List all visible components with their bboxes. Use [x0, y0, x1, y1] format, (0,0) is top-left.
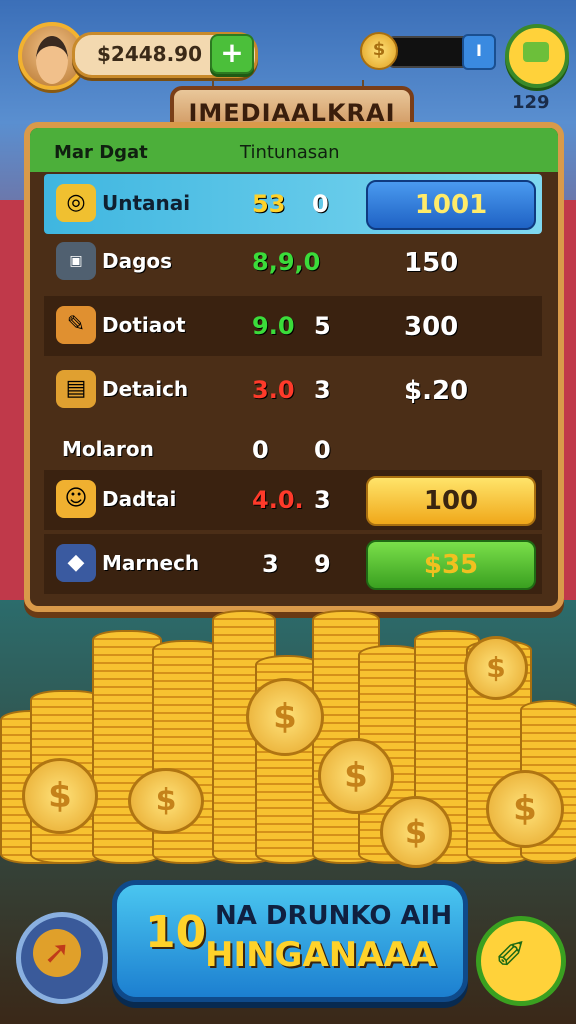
item-name: Dadtai [102, 487, 177, 511]
item-name: Untanai [102, 191, 191, 215]
item-value-1: 8,9,0 [252, 248, 321, 276]
dollar-coin-icon: $ [22, 758, 98, 834]
item-value-2: 0 [312, 190, 329, 218]
action-round-button[interactable]: ➚ [16, 912, 108, 1004]
list-item[interactable]: ▣ Dagos 8,9,0 150 [44, 232, 542, 292]
level-label: 129 [512, 92, 550, 113]
coin-stack-icon: ◎ [56, 184, 96, 222]
panel-header: Mar Dgat Tintunasan [30, 128, 558, 172]
gem-icon: ◆ [56, 544, 96, 582]
money-amount: $2448.90 [97, 42, 203, 66]
list-item[interactable]: ☺ Dadtai 4.0. 3 100 [44, 470, 542, 530]
tag-icon: ✎ [56, 306, 96, 344]
dollar-coin-icon: $ [246, 678, 324, 756]
dollar-coin-icon: $ [380, 796, 452, 868]
avatar-face [36, 36, 68, 84]
item-value-3: 150 [404, 248, 459, 278]
coin-pile: $ $ $ $ $ $ $ [0, 600, 576, 880]
main-action-line1: NA DRUNKO AIH [215, 901, 453, 931]
item-name: Detaich [102, 377, 189, 401]
main-action-line2: HINGANAAA [205, 935, 437, 975]
chat-icon [523, 42, 549, 62]
item-value-2: 9 [314, 550, 331, 578]
add-money-button[interactable]: + [210, 34, 254, 74]
item-value-1: 9.0 [252, 312, 295, 340]
progress-knob[interactable]: I [462, 34, 496, 70]
item-value-2: 3 [314, 376, 331, 404]
header-right-label: Tintunasan [240, 142, 340, 163]
money-bag-icon: ☺ [56, 480, 96, 518]
item-value-1: 4.0. [252, 486, 304, 514]
stats-panel: Mar Dgat Tintunasan ◎ Untanai 53 0 1001 … [24, 122, 564, 612]
list-item[interactable]: ◆ Marnech 3 9 $35 [44, 534, 542, 594]
item-value-1: 3 [262, 550, 279, 578]
item-value-2: 3 [314, 486, 331, 514]
box-icon: ▣ [56, 242, 96, 280]
list-item[interactable]: ◎ Untanai 53 0 1001 [44, 174, 542, 234]
item-value-3: 300 [404, 312, 459, 342]
dollar-coin-icon: $ [318, 738, 394, 814]
item-name: Dotiaot [102, 313, 186, 337]
item-value-1: 0 [252, 436, 269, 464]
pencil-icon: ✐ [495, 933, 527, 977]
tools-button[interactable]: ✐ [476, 916, 566, 1006]
header-left-label: Mar Dgat [54, 142, 148, 163]
item-action-button[interactable]: 100 [366, 476, 536, 526]
item-value-2: 5 [314, 312, 331, 340]
chat-button[interactable] [505, 24, 569, 88]
coin-icon: $ [360, 32, 398, 70]
item-value-3: $.20 [404, 376, 469, 406]
list-item[interactable]: ▤ Detaich 3.0 3 $.20 [44, 360, 542, 420]
dollar-coin-icon: $ [128, 768, 204, 834]
item-value-1: 53 [252, 190, 286, 218]
item-action-button[interactable]: $35 [366, 540, 536, 590]
dollar-coin-icon: $ [486, 770, 564, 848]
main-action-button[interactable]: 10 NA DRUNKO AIH HINGANAAA [112, 880, 468, 1002]
item-name: Molaron [62, 437, 154, 461]
item-action-button[interactable]: 1001 [366, 180, 536, 230]
item-value-1: 3.0 [252, 376, 295, 404]
item-name: Marnech [102, 551, 200, 575]
dollar-coin-icon: $ [464, 636, 528, 700]
main-action-number: 10 [145, 907, 207, 958]
cash-stack-icon: ▤ [56, 370, 96, 408]
arrow-icon: ➚ [33, 929, 81, 977]
item-name: Dagos [102, 249, 173, 273]
item-value-2: 0 [314, 436, 331, 464]
list-item[interactable]: ✎ Dotiaot 9.0 5 300 [44, 296, 542, 356]
